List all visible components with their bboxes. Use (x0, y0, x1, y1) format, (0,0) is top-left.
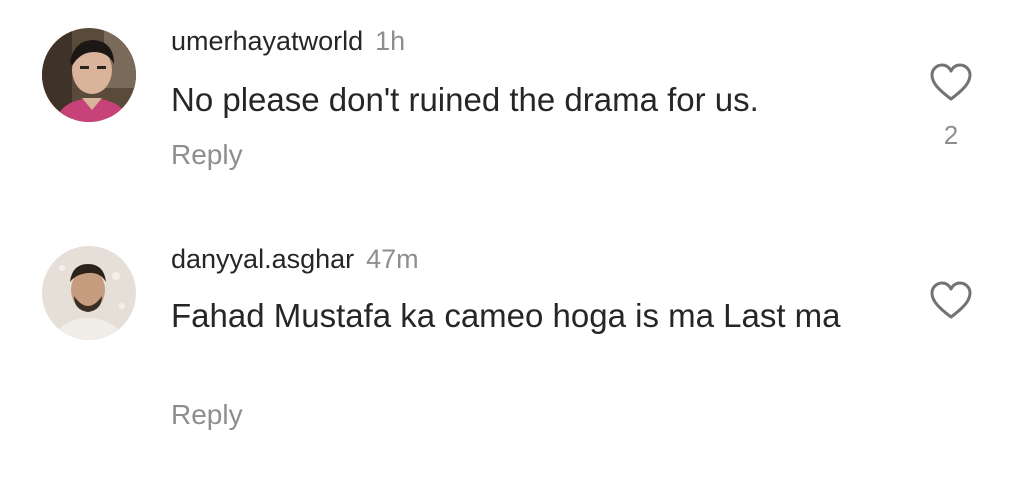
reply-button[interactable]: Reply (171, 398, 243, 432)
timestamp: 47m (366, 244, 419, 274)
like-button[interactable] (929, 62, 973, 102)
reply-button[interactable]: Reply (171, 138, 243, 172)
heart-outline-icon (930, 281, 972, 319)
comment-header: danyyal.asghar 47m (171, 242, 419, 276)
comment-item: umerhayatworld 1h No please don't ruined … (0, 0, 1024, 230)
comment-text: No please don't ruined the drama for us. (171, 81, 759, 118)
like-button[interactable] (929, 280, 973, 320)
comment-header: umerhayatworld 1h (171, 24, 405, 58)
avatar[interactable] (42, 28, 136, 122)
avatar-image (42, 28, 136, 122)
like-count: 2 (943, 120, 959, 150)
heart-outline-icon (930, 63, 972, 101)
username[interactable]: danyyal.asghar (171, 244, 354, 274)
timestamp: 1h (375, 26, 406, 56)
comment-text: Fahad Mustafa ka cameo hoga is ma Last m… (171, 297, 841, 334)
avatar-image (42, 246, 136, 340)
username[interactable]: umerhayatworld (171, 26, 363, 56)
avatar[interactable] (42, 246, 136, 340)
comment-item: danyyal.asghar 47m Fahad Mustafa ka cameo… (0, 230, 1024, 504)
